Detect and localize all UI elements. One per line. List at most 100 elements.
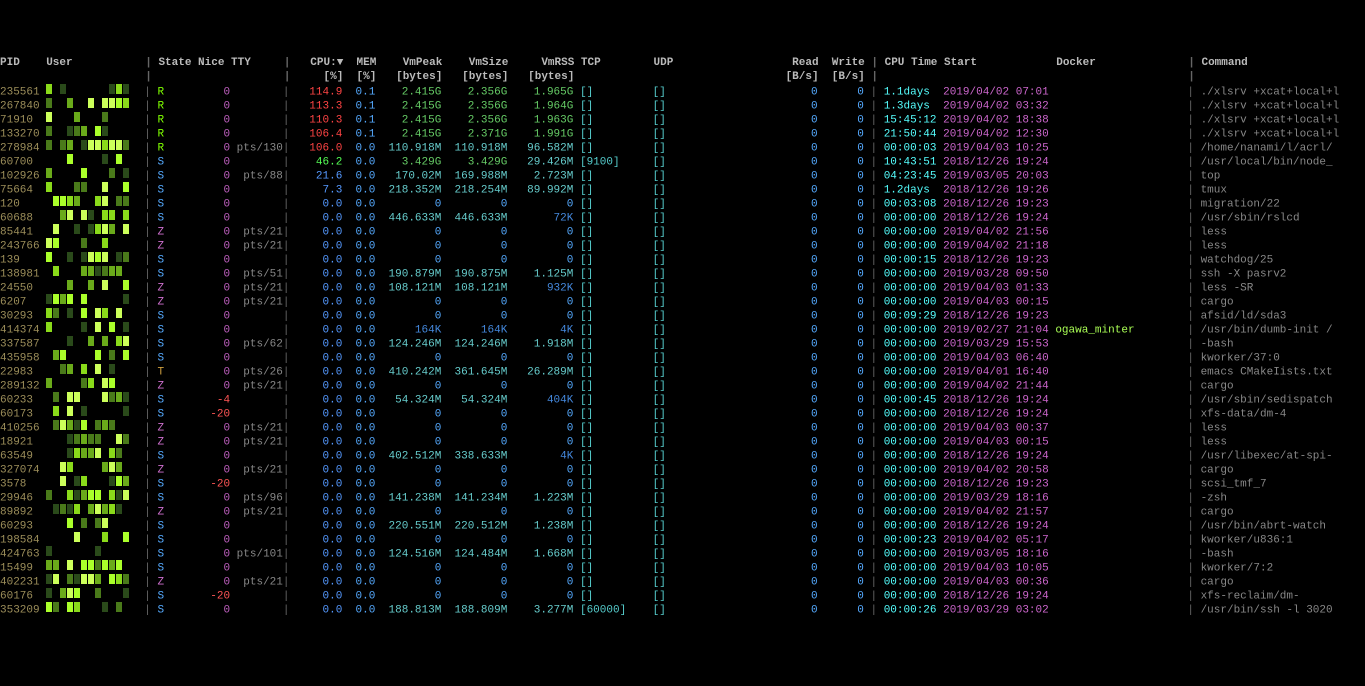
write-cell: 0 [818,269,864,281]
process-row[interactable]: 102926 | S 0 pts/88| 21.6 0.0 170.02M 16… [0,168,1365,182]
process-row[interactable]: 414374 | S 0 | 0.0 0.0 164K 164K 4K [] [… [0,322,1365,336]
cputime-cell: 00:00:00 [884,479,943,491]
process-row[interactable]: 3578 | S -20 | 0.0 0.0 0 0 0 [] [] 0 0 |… [0,476,1365,490]
process-row[interactable]: 198584 | S 0 | 0.0 0.0 0 0 0 [] [] 0 0 |… [0,532,1365,546]
cpu-cell: 0.0 [289,409,342,421]
command-cell: kworker/u836:1 [1201,535,1293,547]
tty-cell: pts/21 [230,577,283,589]
write-cell: 0 [818,395,864,407]
process-row[interactable]: 60700 | S 0 | 46.2 0.0 3.429G 3.429G 29.… [0,154,1365,168]
nice-cell: 0 [197,381,230,393]
process-row[interactable]: 138981 | S 0 pts/51| 0.0 0.0 190.879M 19… [0,266,1365,280]
process-row[interactable]: 60688 | S 0 | 0.0 0.0 446.633M 446.633M … [0,210,1365,224]
docker-cell [1055,353,1187,365]
process-row[interactable]: 18921 | Z 0 pts/21| 0.0 0.0 0 0 0 [] [] … [0,434,1365,448]
tty-cell: pts/101 [230,549,283,561]
start-cell: 2019/04/03 01:33 [943,283,1055,295]
mem-cell: 0.1 [342,87,375,99]
command-cell: /usr/bin/ssh -l 3020 [1201,605,1333,617]
pid-cell: 89892 [0,507,46,519]
read-cell: 0 [725,339,817,351]
cputime-cell: 00:00:00 [884,339,943,351]
process-row[interactable]: 435958 | S 0 | 0.0 0.0 0 0 0 [] [] 0 0 |… [0,350,1365,364]
nice-cell: 0 [197,563,230,575]
cputime-cell: 00:00:00 [884,269,943,281]
cputime-cell: 00:03:08 [884,199,943,211]
process-row[interactable]: 22983 | T 0 pts/26| 0.0 0.0 410.242M 361… [0,364,1365,378]
process-row[interactable]: 424763 | S 0 pts/101| 0.0 0.0 124.516M 1… [0,546,1365,560]
process-row[interactable]: 402231 | Z 0 pts/21| 0.0 0.0 0 0 0 [] []… [0,574,1365,588]
vmsize-cell: 0 [441,437,507,449]
process-row[interactable]: 15499 | S 0 | 0.0 0.0 0 0 0 [] [] 0 0 | … [0,560,1365,574]
start-cell: 2019/04/02 21:56 [943,227,1055,239]
process-row[interactable]: 235561 | R 0 | 114.9 0.1 2.415G 2.356G 1… [0,84,1365,98]
process-row[interactable]: 139 | S 0 | 0.0 0.0 0 0 0 [] [] 0 0 | 00… [0,252,1365,266]
udp-cell: [] [653,437,726,449]
process-row[interactable]: 75664 | S 0 | 7.3 0.0 218.352M 218.254M … [0,182,1365,196]
cputime-cell: 00:00:23 [884,535,943,547]
process-row[interactable]: 63549 | S 0 | 0.0 0.0 402.512M 338.633M … [0,448,1365,462]
cputime-cell: 00:00:26 [884,605,943,617]
vmsize-cell: 0 [441,479,507,491]
process-row[interactable]: 243766 | Z 0 pts/21| 0.0 0.0 0 0 0 [] []… [0,238,1365,252]
command-cell: less [1201,241,1227,253]
process-row[interactable]: 353209 | S 0 | 0.0 0.0 188.813M 188.809M… [0,602,1365,616]
process-row[interactable]: 289132 | Z 0 pts/21| 0.0 0.0 0 0 0 [] []… [0,378,1365,392]
pid-cell: 410256 [0,423,46,435]
cpu-cell: 110.3 [289,115,342,127]
tcp-cell: [] [580,185,653,197]
vmpeak-cell: 446.633M [375,213,441,225]
process-row[interactable]: 71910 | R 0 | 110.3 0.1 2.415G 2.356G 1.… [0,112,1365,126]
cputime-cell: 00:00:15 [884,255,943,267]
process-row[interactable]: 60176 | S -20 | 0.0 0.0 0 0 0 [] [] 0 0 … [0,588,1365,602]
process-row[interactable]: 85441 | Z 0 pts/21| 0.0 0.0 0 0 0 [] [] … [0,224,1365,238]
process-row[interactable]: 89892 | Z 0 pts/21| 0.0 0.0 0 0 0 [] [] … [0,504,1365,518]
process-row[interactable]: 410256 | Z 0 pts/21| 0.0 0.0 0 0 0 [] []… [0,420,1365,434]
process-row[interactable]: 120 | S 0 | 0.0 0.0 0 0 0 [] [] 0 0 | 00… [0,196,1365,210]
mem-cell: 0.0 [342,591,375,603]
vmpeak-cell: 108.121M [375,283,441,295]
read-cell: 0 [725,241,817,253]
cpu-cell: 0.0 [289,549,342,561]
process-row[interactable]: 6207 | Z 0 pts/21| 0.0 0.0 0 0 0 [] [] 0… [0,294,1365,308]
process-row[interactable]: 24550 | Z 0 pts/21| 0.0 0.0 108.121M 108… [0,280,1365,294]
state-cell: S [157,493,197,505]
process-row[interactable]: 60293 | S 0 | 0.0 0.0 220.551M 220.512M … [0,518,1365,532]
docker-cell [1055,437,1187,449]
process-row[interactable]: 327074 | Z 0 pts/21| 0.0 0.0 0 0 0 [] []… [0,462,1365,476]
state-cell: S [157,395,197,407]
process-row[interactable]: 267840 | R 0 | 113.3 0.1 2.415G 2.356G 1… [0,98,1365,112]
pid-cell: 63549 [0,451,46,463]
pid-cell: 60293 [0,521,46,533]
read-cell: 0 [725,311,817,323]
cputime-cell: 00:00:00 [884,451,943,463]
write-cell: 0 [818,185,864,197]
vmsize-cell: 188.809M [441,605,507,617]
process-row[interactable]: 60173 | S -20 | 0.0 0.0 0 0 0 [] [] 0 0 … [0,406,1365,420]
mem-cell: 0.0 [342,605,375,617]
command-cell: kworker/37:0 [1201,353,1280,365]
cputime-cell: 00:00:00 [884,577,943,589]
mem-cell: 0.0 [342,423,375,435]
process-row[interactable]: 278984 | R 0 pts/130| 106.0 0.0 110.918M… [0,140,1365,154]
pid-cell: 102926 [0,171,46,183]
tty-cell [230,325,283,337]
udp-cell: [] [653,311,726,323]
vmpeak-cell: 0 [375,409,441,421]
process-row[interactable]: 133270 | R 0 | 106.4 0.1 2.415G 2.371G 1… [0,126,1365,140]
udp-cell: [] [653,87,726,99]
process-row[interactable]: 60233 | S -4 | 0.0 0.0 54.324M 54.324M 4… [0,392,1365,406]
cputime-cell: 00:00:00 [884,521,943,533]
vmpeak-cell: 54.324M [375,395,441,407]
udp-cell: [] [653,283,726,295]
cputime-cell: 00:00:00 [884,591,943,603]
process-row[interactable]: 337587 | S 0 pts/62| 0.0 0.0 124.246M 12… [0,336,1365,350]
cpu-cell: 21.6 [289,171,342,183]
process-row[interactable]: 29946 | S 0 pts/96| 0.0 0.0 141.238M 141… [0,490,1365,504]
nice-cell: -4 [197,395,230,407]
vmpeak-cell: 0 [375,297,441,309]
vmsize-cell: 3.429G [441,157,507,169]
process-row[interactable]: 30293 | S 0 | 0.0 0.0 0 0 0 [] [] 0 0 | … [0,308,1365,322]
state-cell: S [157,563,197,575]
vmpeak-cell: 0 [375,465,441,477]
